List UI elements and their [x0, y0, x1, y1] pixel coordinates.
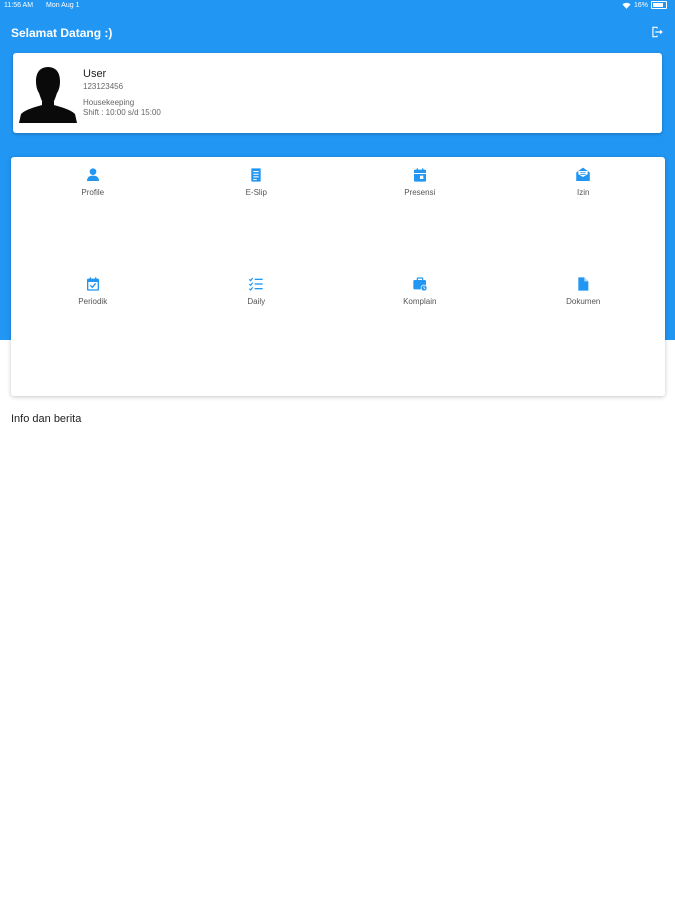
status-indicators: 16% — [622, 1, 667, 9]
menu-izin[interactable]: Izin — [502, 157, 666, 266]
user-department: Housekeeping — [83, 98, 135, 107]
status-bar: 11:56 AM Mon Aug 1 16% — [0, 0, 675, 14]
menu-label: E-Slip — [245, 188, 267, 197]
menu-profile[interactable]: Profile — [11, 157, 175, 266]
menu-card: Profile E-Slip Presensi Izin Periodik Da… — [11, 157, 665, 396]
user-name: User — [83, 68, 107, 80]
document-icon — [578, 277, 589, 291]
menu-label: Daily — [247, 297, 266, 306]
person-icon — [86, 168, 99, 181]
menu-grid: Profile E-Slip Presensi Izin Periodik Da… — [11, 157, 665, 375]
menu-label: Komplain — [403, 297, 437, 306]
menu-periodik[interactable]: Periodik — [11, 266, 175, 375]
receipt-icon — [251, 168, 261, 182]
checklist-icon — [249, 277, 263, 291]
battery-percent: 16% — [633, 1, 648, 9]
menu-komplain[interactable]: Komplain — [338, 266, 502, 375]
calendar-check-icon — [86, 277, 99, 291]
menu-label: Profile — [81, 188, 105, 197]
menu-label: Izin — [577, 188, 590, 197]
wifi-icon — [622, 2, 631, 9]
calendar-icon — [413, 168, 426, 182]
battery-icon — [651, 1, 667, 9]
menu-presensi[interactable]: Presensi — [338, 157, 502, 266]
page-title: Selamat Datang :) — [11, 26, 113, 40]
status-date: Mon Aug 1 — [46, 2, 80, 9]
user-id: 123123456 — [83, 82, 124, 91]
mail-icon — [576, 167, 590, 181]
user-shift: Shift : 10:00 s/d 15:00 — [83, 108, 161, 117]
menu-daily[interactable]: Daily — [175, 266, 339, 375]
menu-eslip[interactable]: E-Slip — [175, 157, 339, 266]
profile-card[interactable]: User 123123456 Housekeeping Shift : 10:0… — [13, 53, 662, 133]
briefcase-icon — [413, 277, 428, 292]
menu-label: Dokumen — [566, 297, 601, 306]
news-section-title: Info dan berita — [11, 413, 82, 425]
menu-dokumen[interactable]: Dokumen — [502, 266, 666, 375]
avatar — [19, 67, 77, 123]
menu-label: Periodik — [78, 297, 108, 306]
logout-icon[interactable] — [650, 25, 664, 39]
menu-label: Presensi — [404, 188, 436, 197]
status-time: 11:56 AM — [4, 2, 34, 9]
